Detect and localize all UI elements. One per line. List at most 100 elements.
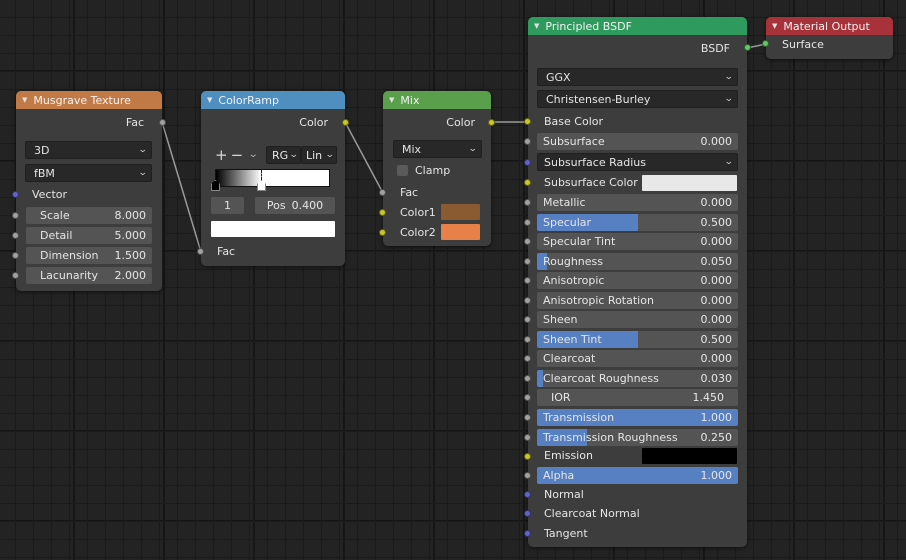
input-sheen-socket[interactable] <box>524 316 531 323</box>
input-color2-socket[interactable] <box>379 229 386 236</box>
color1-swatch[interactable] <box>441 204 480 220</box>
transmission-roughness-field[interactable]: Transmission Roughness 0.250 <box>537 428 738 446</box>
input-detail-socket[interactable] <box>12 232 19 239</box>
input-scale-socket[interactable] <box>12 212 19 219</box>
input-clearcoat-normal-socket[interactable] <box>524 510 531 517</box>
input-sheen-tint-socket[interactable] <box>524 335 531 343</box>
subsurface-radius-label: Subsurface Radius <box>544 155 646 169</box>
subsurface-color-swatch[interactable] <box>642 175 737 191</box>
clamp-checkbox[interactable] <box>397 165 408 176</box>
node-header[interactable]: ▼ Musgrave Texture <box>16 91 162 109</box>
collapse-triangle-icon[interactable]: ▼ <box>22 96 27 104</box>
node-principled-bsdf[interactable]: ▼ Principled BSDF BSDF GGX ⌄ Christensen-… <box>524 17 751 547</box>
add-stop-button[interactable]: + <box>215 146 228 164</box>
input-emission-socket[interactable] <box>524 453 531 460</box>
stop-position-field[interactable]: Pos 0.400 <box>255 197 335 214</box>
metallic-field[interactable]: Metallic 0.000 <box>537 194 738 211</box>
input-subsurface-radius-socket[interactable] <box>524 159 531 166</box>
field-label: Alpha <box>543 469 575 482</box>
input-roughness-socket[interactable] <box>524 257 531 265</box>
node-colorramp[interactable]: ▼ ColorRamp Color + − ⌄ RG ⌄ Lin ⌄ 1 Pos 0.… <box>197 91 349 266</box>
input-fac-socket[interactable] <box>379 189 386 196</box>
interpolation-dropdown[interactable]: Lin ⌄ <box>301 146 337 164</box>
field-value: 0.000 <box>700 135 733 148</box>
node-header[interactable]: ▼ ColorRamp <box>201 91 345 109</box>
specular-field[interactable]: Specular 0.500 <box>537 213 738 231</box>
node-mix[interactable]: ▼ Mix Color Mix ⌄ Clamp Fac Color1 Color2 <box>379 91 495 246</box>
collapse-triangle-icon[interactable]: ▼ <box>534 22 539 30</box>
clearcoat-roughness-field[interactable]: Clearcoat Roughness 0.030 <box>537 369 738 387</box>
collapse-triangle-icon[interactable]: ▼ <box>772 22 777 30</box>
ramp-menu-chevron-icon[interactable]: ⌄ <box>248 149 259 160</box>
remove-stop-button[interactable]: − <box>231 146 244 164</box>
input-transmission-socket[interactable] <box>524 414 531 421</box>
anisotropic-rotation-field[interactable]: Anisotropic Rotation 0.000 <box>537 291 738 309</box>
distribution-dropdown[interactable]: GGX ⌄ <box>537 68 738 86</box>
field-label: IOR <box>551 391 571 404</box>
chevron-down-icon: ⌄ <box>289 150 300 160</box>
collapse-triangle-icon[interactable]: ▼ <box>389 96 394 104</box>
field-value: 0.000 <box>700 293 733 307</box>
clearcoat-field[interactable]: Clearcoat 0.000 <box>537 350 738 367</box>
input-clearcoat-roughness-socket[interactable] <box>524 374 531 382</box>
active-stop-index-field[interactable]: 1 <box>211 197 244 214</box>
output-bsdf-socket[interactable] <box>744 44 751 51</box>
alpha-field[interactable]: Alpha 1.000 <box>537 467 738 484</box>
input-clearcoat-socket[interactable] <box>524 355 531 362</box>
input-anisotropic-rotation-socket[interactable] <box>524 296 531 304</box>
input-transmission-roughness-socket[interactable] <box>524 433 531 441</box>
subsurface-field[interactable]: Subsurface 0.000 <box>537 133 738 150</box>
subsurface-color-label: Subsurface Color <box>544 176 638 189</box>
input-fac-socket[interactable] <box>197 248 204 255</box>
color-mode-dropdown[interactable]: RG ⌄ <box>266 146 301 164</box>
lacunarity-field[interactable]: Lacunarity 2.000 <box>26 267 152 284</box>
input-vector-socket[interactable] <box>12 191 19 198</box>
input-metallic-socket[interactable] <box>524 199 531 206</box>
input-base-color-socket[interactable] <box>524 118 531 125</box>
musgrave-type-dropdown[interactable]: fBM ⌄ <box>25 164 152 182</box>
scale-field[interactable]: Scale 8.000 <box>26 207 152 224</box>
input-surface-socket[interactable] <box>762 40 769 47</box>
input-tangent-socket[interactable] <box>524 530 531 537</box>
sheen-field[interactable]: Sheen 0.000 <box>537 311 738 328</box>
input-normal-socket[interactable] <box>524 491 531 498</box>
detail-field[interactable]: Detail 5.000 <box>26 227 152 244</box>
node-musgrave-texture[interactable]: ▼ Musgrave Texture Fac 3D ⌄ fBM ⌄ Vector S… <box>12 91 166 291</box>
field-label: Specular <box>543 215 592 229</box>
field-label: Dimension <box>40 249 99 262</box>
node-header[interactable]: ▼ Principled BSDF <box>528 17 747 35</box>
input-subsurface-socket[interactable] <box>524 138 531 145</box>
collapse-triangle-icon[interactable]: ▼ <box>207 96 212 104</box>
input-subsurface-color-socket[interactable] <box>524 179 531 186</box>
input-anisotropic-socket[interactable] <box>524 277 531 284</box>
subsurface-radius-dropdown[interactable]: Subsurface Radius ⌄ <box>537 153 738 171</box>
output-color-socket[interactable] <box>342 119 349 126</box>
node-header[interactable]: ▼ Mix <box>383 91 491 109</box>
active-stop-color-swatch[interactable] <box>211 221 335 237</box>
output-fac-socket[interactable] <box>159 119 166 126</box>
input-color1-socket[interactable] <box>379 209 386 216</box>
roughness-field[interactable]: Roughness 0.050 <box>537 252 738 270</box>
ior-field[interactable]: IOR 1.450 <box>537 389 738 406</box>
input-specular-socket[interactable] <box>524 218 531 226</box>
input-fac-label: Fac <box>400 186 419 199</box>
input-alpha-socket[interactable] <box>524 472 531 479</box>
input-ior-socket[interactable] <box>524 394 531 401</box>
node-header[interactable]: ▼ Material Output <box>766 17 893 35</box>
subsurface-method-dropdown[interactable]: Christensen-Burley ⌄ <box>537 90 738 108</box>
color-ramp-gradient[interactable] <box>215 169 330 187</box>
anisotropic-field[interactable]: Anisotropic 0.000 <box>537 272 738 289</box>
blend-type-dropdown[interactable]: Mix ⌄ <box>393 140 482 158</box>
transmission-field[interactable]: Transmission 1.000 <box>537 409 738 426</box>
input-specular-tint-socket[interactable] <box>524 238 531 245</box>
dimension-field[interactable]: Dimension 1.500 <box>26 247 152 264</box>
color2-swatch[interactable] <box>441 224 480 240</box>
input-dimension-socket[interactable] <box>12 252 19 259</box>
specular-tint-field[interactable]: Specular Tint 0.000 <box>537 233 738 250</box>
dimensions-dropdown[interactable]: 3D ⌄ <box>25 141 152 159</box>
emission-color-swatch[interactable] <box>642 448 737 464</box>
input-lacunarity-socket[interactable] <box>12 272 19 279</box>
sheen-tint-field[interactable]: Sheen Tint 0.500 <box>537 330 738 348</box>
output-color-socket[interactable] <box>488 119 495 126</box>
node-material-output[interactable]: ▼ Material Output Surface <box>762 17 893 59</box>
